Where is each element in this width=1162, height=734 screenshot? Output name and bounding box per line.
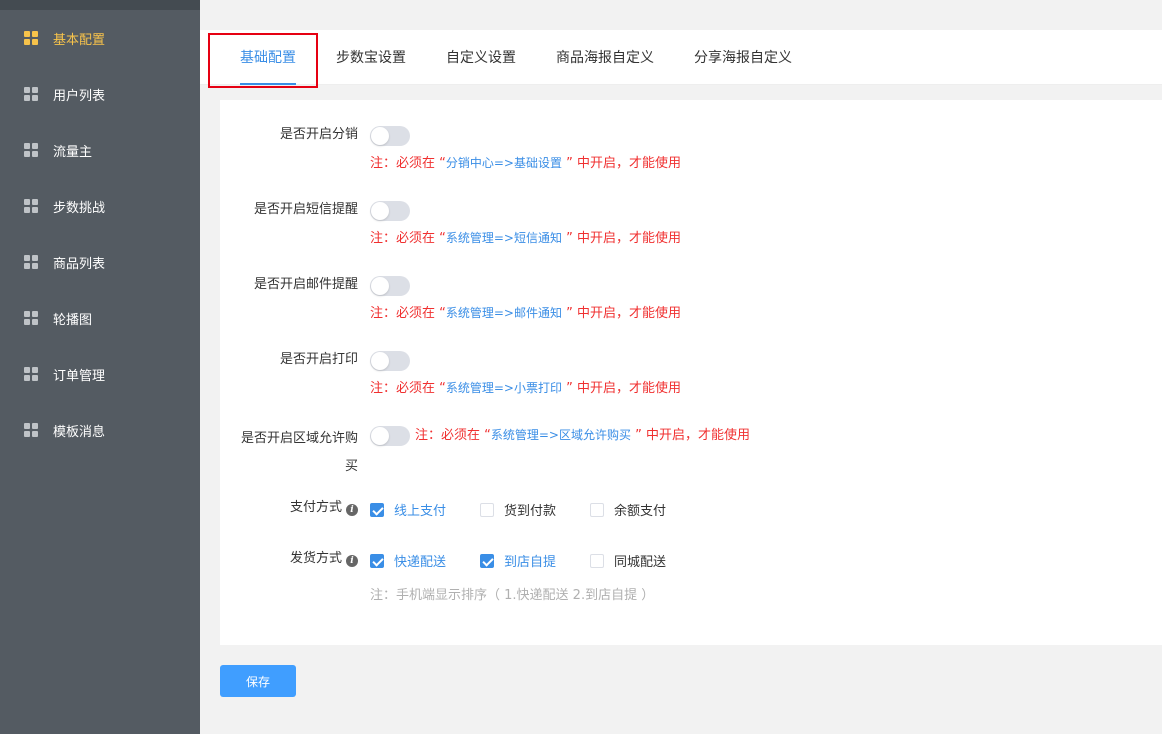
label-delivery: 发货方式 i <box>220 549 358 569</box>
sidebar-topbar <box>0 0 200 10</box>
sidebar-item-carousel[interactable]: 轮播图 <box>0 290 200 346</box>
label-print: 是否开启打印 <box>279 352 358 367</box>
info-icon: i <box>346 504 358 516</box>
sidebar-item-label: 轮播图 <box>53 312 93 328</box>
grid-icon <box>24 143 38 157</box>
switch-region[interactable] <box>370 426 410 446</box>
sidebar-item-template-messages[interactable]: 模板消息 <box>0 402 200 458</box>
sidebar-item-label: 订单管理 <box>53 368 106 384</box>
main-content: 基础配置 步数宝设置 自定义设置 商品海报自定义 分享海报自定义 是否开启分销 … <box>200 0 1162 734</box>
grid-icon <box>24 87 38 101</box>
sidebar-item-label: 模板消息 <box>53 424 106 440</box>
switch-distribution[interactable] <box>370 126 410 146</box>
sidebar-item-user-list[interactable]: 用户列表 <box>0 66 200 122</box>
switch-print[interactable] <box>370 351 410 371</box>
note-distribution: 注：必须在 “分销中心=>基础设置 ” 中开启，才能使用 <box>370 156 681 171</box>
tab-step-settings[interactable]: 步数宝设置 <box>336 30 406 85</box>
sidebar-item-label: 流量主 <box>53 144 93 160</box>
switch-sms[interactable] <box>370 201 410 221</box>
sidebar-item-label: 基本配置 <box>53 32 106 48</box>
tab-custom-settings[interactable]: 自定义设置 <box>446 30 516 85</box>
grid-icon <box>24 367 38 381</box>
sidebar-item-orders[interactable]: 订单管理 <box>0 346 200 402</box>
tab-share-poster[interactable]: 分享海报自定义 <box>694 30 792 85</box>
note-region: 注：必须在 “系统管理=>区域允许购买 ” 中开启，才能使用 <box>415 428 750 443</box>
note-sms: 注：必须在 “系统管理=>短信通知 ” 中开启，才能使用 <box>370 231 681 246</box>
grid-icon <box>24 255 38 269</box>
label-sms: 是否开启短信提醒 <box>253 202 358 217</box>
note-print: 注：必须在 “系统管理=>小票打印 ” 中开启，才能使用 <box>370 381 681 396</box>
checkbox-express[interactable]: 快递配送 <box>370 551 446 570</box>
sidebar-item-step-challenge[interactable]: 步数挑战 <box>0 178 200 234</box>
tabs-bar: 基础配置 步数宝设置 自定义设置 商品海报自定义 分享海报自定义 <box>200 30 1162 85</box>
grid-icon <box>24 311 38 325</box>
checkbox-balance-pay[interactable]: 余额支付 <box>590 500 666 519</box>
checkbox-local-delivery[interactable]: 同城配送 <box>590 551 666 570</box>
tab-basic-config[interactable]: 基础配置 <box>240 30 296 85</box>
info-icon: i <box>346 555 358 567</box>
sidebar-item-label: 商品列表 <box>53 256 106 272</box>
grid-icon <box>24 199 38 213</box>
label-email: 是否开启邮件提醒 <box>253 277 358 292</box>
switch-email[interactable] <box>370 276 410 296</box>
sidebar-item-label: 用户列表 <box>53 88 106 104</box>
label-payment: 支付方式 i <box>220 498 358 518</box>
label-distribution: 是否开启分销 <box>279 127 358 142</box>
sidebar-item-traffic[interactable]: 流量主 <box>0 122 200 178</box>
save-button[interactable]: 保存 <box>220 665 296 697</box>
delivery-hint: 注：手机端显示排序（ 1.快递配送 2.到店自提 ） <box>370 588 655 603</box>
checkbox-pickup[interactable]: 到店自提 <box>480 551 556 570</box>
sidebar-item-basic-config[interactable]: 基本配置 <box>0 10 200 66</box>
top-strip <box>200 10 1162 30</box>
checkbox-cod[interactable]: 货到付款 <box>480 500 556 519</box>
form-panel: 是否开启分销 注：必须在 “分销中心=>基础设置 ” 中开启，才能使用 是否开启… <box>220 100 1162 645</box>
note-email: 注：必须在 “系统管理=>邮件通知 ” 中开启，才能使用 <box>370 306 681 321</box>
sidebar: 基本配置 用户列表 流量主 步数挑战 商品列表 轮播图 订单管理 模板消息 <box>0 0 200 734</box>
label-region: 是否开启区域允许购买 <box>240 431 358 474</box>
grid-icon <box>24 31 38 45</box>
tab-product-poster[interactable]: 商品海报自定义 <box>556 30 654 85</box>
sidebar-item-product-list[interactable]: 商品列表 <box>0 234 200 290</box>
sidebar-item-label: 步数挑战 <box>53 200 106 216</box>
checkbox-online-pay[interactable]: 线上支付 <box>370 500 446 519</box>
grid-icon <box>24 423 38 437</box>
